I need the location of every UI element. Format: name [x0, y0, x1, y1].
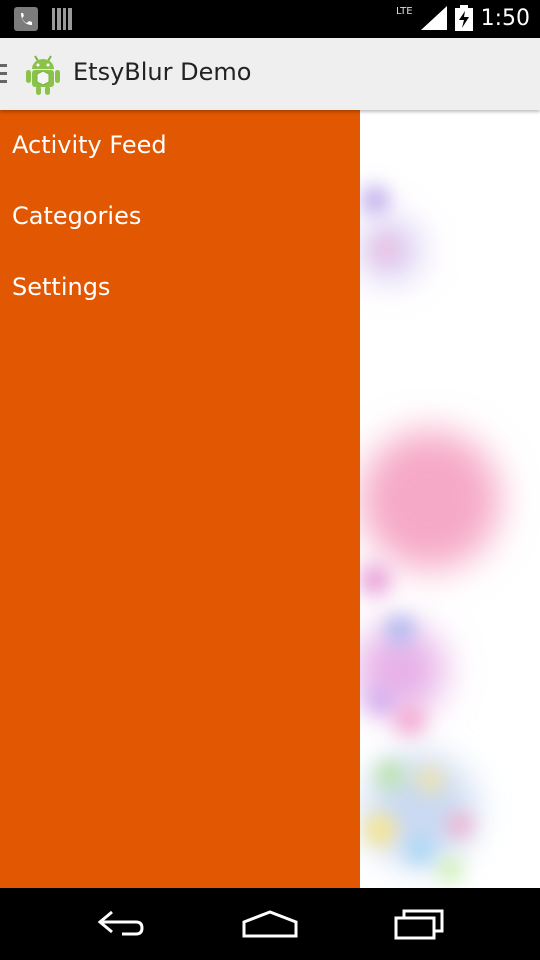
navigation-bar	[0, 888, 540, 960]
phone-ip-icon	[14, 7, 38, 31]
home-button[interactable]	[210, 888, 330, 960]
drawer-item-settings[interactable]: Settings	[0, 252, 360, 323]
signal-icon	[420, 6, 447, 30]
back-button[interactable]	[60, 888, 180, 960]
status-left-icons	[14, 7, 72, 31]
app-title: EtsyBlur Demo	[73, 58, 252, 86]
android-app-icon[interactable]	[23, 53, 63, 95]
drawer-item-categories[interactable]: Categories	[0, 181, 360, 252]
clock: 1:50	[480, 5, 530, 31]
battery-charging-icon	[454, 5, 473, 31]
status-right-icons: LTE 1:50	[396, 5, 530, 31]
drawer-item-activity-feed[interactable]: Activity Feed	[0, 110, 360, 181]
action-bar: EtsyBlur Demo	[0, 38, 540, 110]
status-bar: LTE 1:50	[0, 0, 540, 38]
navigation-drawer: Activity Feed Categories Settings	[0, 110, 360, 888]
home-icon	[242, 910, 298, 938]
recents-icon	[394, 909, 444, 940]
back-icon	[97, 910, 144, 936]
recents-button[interactable]	[360, 888, 480, 960]
barcode-icon	[52, 8, 72, 30]
drawer-indicator-icon[interactable]	[0, 64, 7, 84]
network-type-label: LTE	[395, 5, 413, 17]
